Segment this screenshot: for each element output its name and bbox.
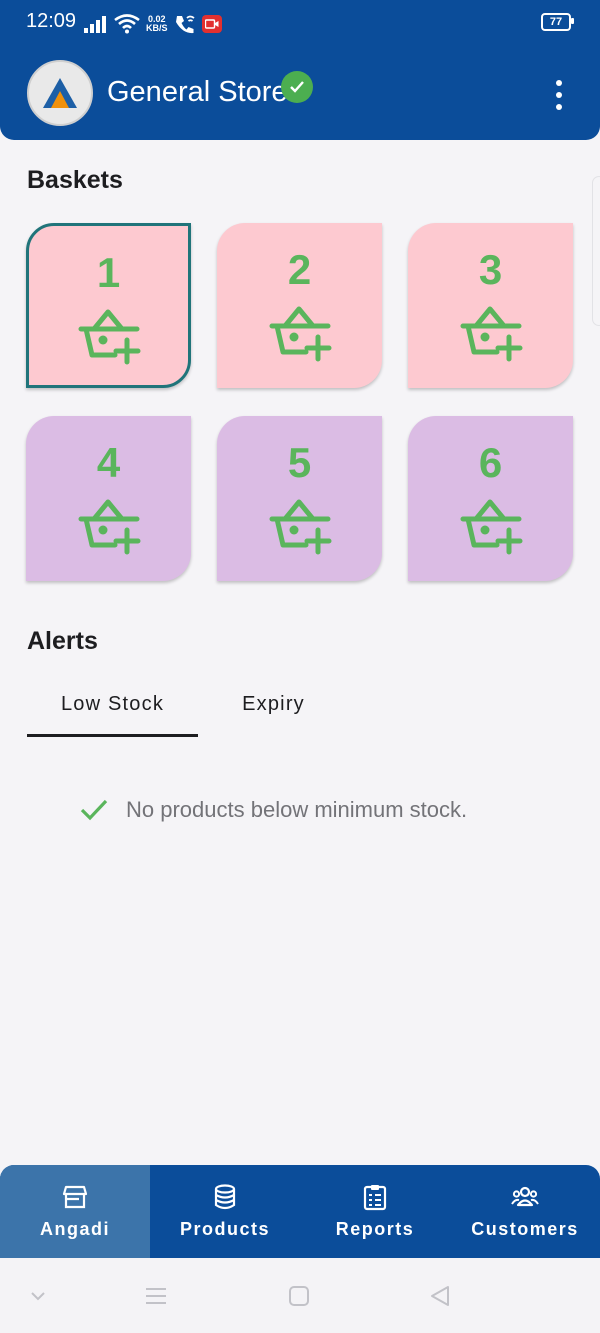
check-badge-icon [281, 71, 313, 103]
basket-number: 1 [96, 249, 121, 296]
store-avatar[interactable] [27, 60, 93, 126]
screen-record-icon [201, 15, 222, 33]
tab-low-stock[interactable]: Low Stock [27, 693, 198, 737]
basket-add-icon [460, 306, 522, 362]
menu-icon[interactable] [140, 1280, 172, 1312]
basket-number: 2 [287, 246, 312, 293]
store-logo-icon [43, 78, 77, 108]
basket-5[interactable]: 5 [217, 416, 382, 581]
basket-3[interactable]: 3 [408, 223, 573, 388]
app-bar: General Store [0, 48, 600, 140]
basket-number: 4 [96, 439, 121, 486]
storefront-icon [62, 1185, 88, 1209]
nav-label: Products [179, 1219, 270, 1239]
status-time: 12:09 [26, 10, 77, 32]
empty-message: No products below minimum stock. [126, 797, 468, 822]
wifi-call-icon [175, 15, 195, 34]
signal-icon [84, 16, 106, 33]
basket-4[interactable]: 4 [26, 416, 191, 581]
bottom-nav: Angadi Products Reports Customers [0, 1165, 600, 1258]
system-navigation-bar [0, 1258, 600, 1333]
back-icon[interactable] [424, 1280, 456, 1312]
basket-2[interactable]: 2 [217, 223, 382, 388]
empty-state: No products below minimum stock. [80, 794, 467, 826]
nav-customers[interactable]: Customers [450, 1165, 600, 1258]
battery-icon: 77 [541, 13, 574, 31]
database-icon [214, 1184, 236, 1210]
basket-add-icon [460, 499, 522, 555]
basket-number: 3 [478, 246, 503, 293]
nav-label: Customers [471, 1219, 579, 1239]
basket-add-icon [78, 499, 140, 555]
more-vertical-icon[interactable] [546, 80, 572, 110]
status-bar: 12:09 0.02 KB/S 77 [0, 0, 600, 48]
clipboard-list-icon [363, 1185, 387, 1211]
nav-reports[interactable]: Reports [300, 1165, 450, 1258]
chevron-down-icon[interactable] [22, 1280, 54, 1312]
basket-add-icon [269, 499, 331, 555]
basket-number: 5 [287, 439, 312, 486]
tab-expiry[interactable]: Expiry [212, 693, 335, 737]
wifi-icon [114, 14, 140, 34]
nav-angadi[interactable]: Angadi [0, 1165, 150, 1258]
basket-1[interactable]: 1 [26, 223, 191, 388]
nav-label: Reports [335, 1219, 415, 1239]
home-icon[interactable] [283, 1280, 315, 1312]
network-speed: 0.02 KB/S [146, 14, 168, 33]
nav-label: Angadi [40, 1219, 110, 1239]
basket-6[interactable]: 6 [408, 416, 573, 581]
store-name[interactable]: General Store [107, 76, 288, 109]
basket-number: 6 [478, 439, 503, 486]
basket-add-icon [78, 309, 140, 365]
baskets-title: Baskets [27, 166, 123, 194]
scrollbar[interactable] [592, 176, 600, 326]
nav-products[interactable]: Products [150, 1165, 300, 1258]
people-icon [511, 1186, 539, 1207]
alerts-title: Alerts [27, 627, 98, 655]
basket-add-icon [269, 306, 331, 362]
check-icon [80, 799, 108, 821]
